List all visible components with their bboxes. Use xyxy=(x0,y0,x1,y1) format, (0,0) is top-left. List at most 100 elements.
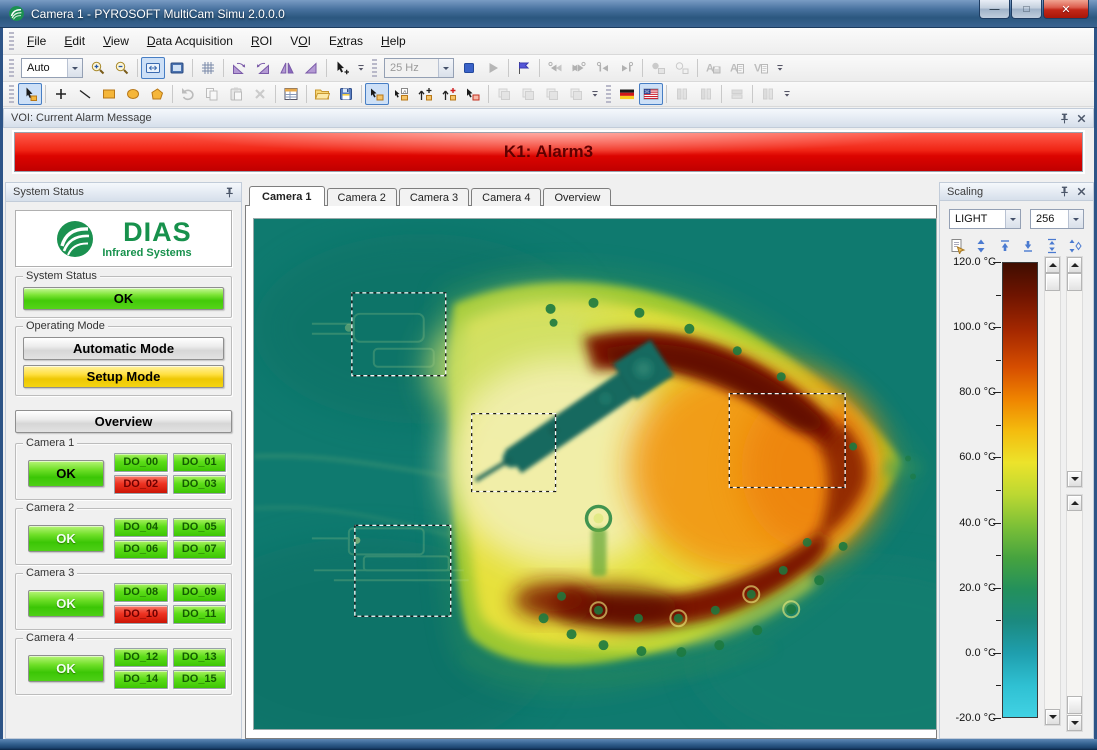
palette-combo-arrow[interactable] xyxy=(1005,210,1020,228)
digital-output-DO_11[interactable]: DO_11 xyxy=(173,605,227,624)
digital-output-DO_09[interactable]: DO_09 xyxy=(173,583,227,602)
scale-lower-icon[interactable] xyxy=(1017,235,1039,256)
digital-output-DO_00[interactable]: DO_00 xyxy=(114,453,168,472)
zoom-select-icon[interactable] xyxy=(330,57,354,79)
rotate-right-icon[interactable] xyxy=(251,57,275,79)
zoom-mode-combo[interactable]: Auto xyxy=(21,58,83,78)
scrollbar-thumb[interactable] xyxy=(1067,273,1082,291)
scaling-properties-icon[interactable] xyxy=(947,235,969,256)
record-stop-icon[interactable] xyxy=(670,57,694,79)
toolbar-overflow-button[interactable] xyxy=(773,57,787,79)
layout-tile-icon[interactable] xyxy=(756,83,780,105)
close-icon[interactable] xyxy=(1074,111,1089,126)
paste-icon[interactable] xyxy=(224,83,248,105)
stop-icon[interactable] xyxy=(457,57,481,79)
seek-start-icon[interactable] xyxy=(543,57,567,79)
scroll-down-arrow[interactable] xyxy=(1067,715,1082,731)
levels-combo[interactable]: 256 xyxy=(1030,209,1084,229)
zoom-out-icon[interactable] xyxy=(110,57,134,79)
digital-output-DO_03[interactable]: DO_03 xyxy=(173,475,227,494)
pin-icon[interactable] xyxy=(222,185,237,200)
scale-upper-icon[interactable] xyxy=(994,235,1016,256)
play-icon[interactable] xyxy=(481,57,505,79)
lower-limit-scrollbar[interactable] xyxy=(1066,494,1083,732)
tab-camera-4[interactable]: Camera 4 xyxy=(471,188,541,206)
arrange-back-icon[interactable] xyxy=(564,83,588,105)
tab-overview[interactable]: Overview xyxy=(543,188,611,206)
tab-camera-3[interactable]: Camera 3 xyxy=(399,188,469,206)
full-screen-icon[interactable] xyxy=(165,57,189,79)
toolbar-grip[interactable] xyxy=(9,59,14,77)
scroll-down-arrow[interactable] xyxy=(1067,471,1082,487)
toolbar-grip[interactable] xyxy=(9,85,14,103)
overview-button[interactable]: Overview xyxy=(15,410,232,433)
upper-limit-scrollbar[interactable] xyxy=(1066,256,1083,488)
save-roi-file-icon[interactable] xyxy=(334,83,358,105)
scale-expand-icon[interactable] xyxy=(1041,235,1063,256)
thermal-image[interactable] xyxy=(253,218,937,730)
select-object-icon[interactable] xyxy=(18,83,42,105)
maximize-button[interactable]: □ xyxy=(1011,0,1042,19)
draw-line-icon[interactable] xyxy=(73,83,97,105)
scrollbar-thumb[interactable] xyxy=(1067,696,1082,714)
zoom-in-icon[interactable] xyxy=(86,57,110,79)
digital-output-DO_15[interactable]: DO_15 xyxy=(173,670,227,689)
menu-roi[interactable]: ROI xyxy=(242,31,281,51)
menu-voi[interactable]: VOI xyxy=(281,31,320,51)
step-forward-icon[interactable] xyxy=(615,57,639,79)
add-alarm-roi-icon[interactable] xyxy=(437,83,461,105)
event-flag-icon[interactable] xyxy=(512,57,536,79)
digital-output-DO_14[interactable]: DO_14 xyxy=(114,670,168,689)
toolbar-grip[interactable] xyxy=(606,85,611,103)
export-video-icon[interactable]: V xyxy=(749,57,773,79)
language-german-icon[interactable] xyxy=(615,83,639,105)
digital-output-DO_13[interactable]: DO_13 xyxy=(173,648,227,667)
rotate-left-icon[interactable] xyxy=(227,57,251,79)
language-english-icon[interactable] xyxy=(639,83,663,105)
system-ok-indicator[interactable]: OK xyxy=(23,287,224,310)
assign-roi-all-icon[interactable]: A xyxy=(389,83,413,105)
digital-output-DO_02[interactable]: DO_02 xyxy=(114,475,168,494)
pixel-grid-icon[interactable] xyxy=(196,57,220,79)
fit-to-window-icon[interactable] xyxy=(141,57,165,79)
scrollbar-thumb[interactable] xyxy=(1045,273,1060,291)
remove-roi-icon[interactable] xyxy=(461,83,485,105)
open-roi-file-icon[interactable] xyxy=(310,83,334,105)
undo-icon[interactable] xyxy=(176,83,200,105)
title-bar[interactable]: Camera 1 - PYROSOFT MultiCam Simu 2.0.0.… xyxy=(0,0,1097,28)
menu-data-acquisition[interactable]: Data Acquisition xyxy=(138,31,242,51)
automatic-mode-button[interactable]: Automatic Mode xyxy=(23,337,224,360)
scroll-up-arrow[interactable] xyxy=(1067,495,1082,511)
digital-output-DO_07[interactable]: DO_07 xyxy=(173,540,227,559)
digital-output-DO_04[interactable]: DO_04 xyxy=(114,518,168,537)
save-snapshot-icon[interactable]: A xyxy=(701,57,725,79)
digital-output-DO_01[interactable]: DO_01 xyxy=(173,453,227,472)
menu-extras[interactable]: Extras xyxy=(320,31,372,51)
toolbar-overflow-button[interactable] xyxy=(780,83,794,105)
camera-4-ok-indicator[interactable]: OK xyxy=(28,655,104,682)
scale-shift-icon[interactable] xyxy=(970,235,992,256)
flip-vertical-icon[interactable] xyxy=(299,57,323,79)
arrange-backward-icon[interactable] xyxy=(540,83,564,105)
pin-icon[interactable] xyxy=(1057,184,1072,199)
menu-help[interactable]: Help xyxy=(372,31,415,51)
scale-auto-icon[interactable] xyxy=(1064,235,1086,256)
draw-ellipse-icon[interactable] xyxy=(121,83,145,105)
digital-output-DO_10[interactable]: DO_10 xyxy=(114,605,168,624)
tab-camera-1[interactable]: Camera 1 xyxy=(249,186,325,206)
camera-2-ok-indicator[interactable]: OK xyxy=(28,525,104,552)
palette-combo[interactable]: LIGHT xyxy=(949,209,1021,229)
layout-columns-icon[interactable] xyxy=(670,83,694,105)
menu-edit[interactable]: Edit xyxy=(55,31,94,51)
menu-file[interactable]: File xyxy=(18,31,55,51)
add-roi-icon[interactable] xyxy=(413,83,437,105)
framerate-combo[interactable]: 25 Hz xyxy=(384,58,454,78)
scale-shift-scrollbar[interactable] xyxy=(1044,256,1061,726)
levels-combo-arrow[interactable] xyxy=(1068,210,1083,228)
scroll-up-arrow[interactable] xyxy=(1045,257,1060,273)
scroll-down-arrow[interactable] xyxy=(1045,709,1060,725)
camera-3-ok-indicator[interactable]: OK xyxy=(28,590,104,617)
draw-polygon-icon[interactable] xyxy=(145,83,169,105)
minimize-button[interactable]: — xyxy=(979,0,1010,19)
pin-icon[interactable] xyxy=(1057,111,1072,126)
